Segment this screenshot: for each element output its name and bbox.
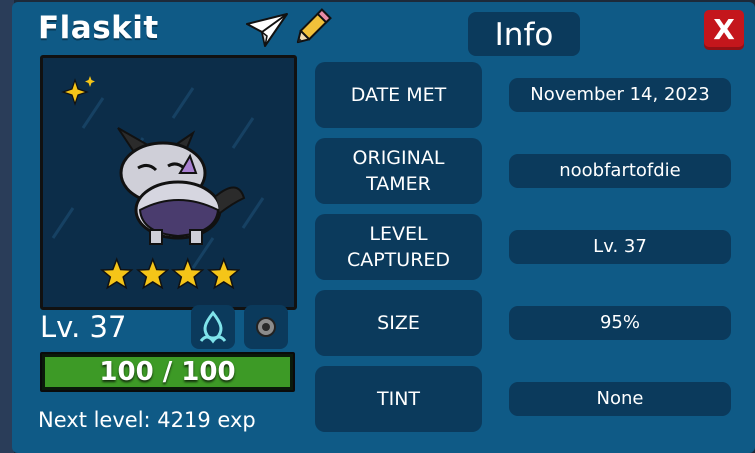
info-label-level-captured: LEVEL CAPTURED bbox=[315, 214, 482, 280]
star-icon bbox=[100, 257, 134, 290]
star-icon bbox=[135, 257, 169, 290]
info-label-tint: TINT bbox=[315, 366, 482, 432]
sparkle-icon bbox=[61, 74, 97, 110]
hp-bar: 100 / 100 bbox=[40, 352, 295, 392]
star-icon bbox=[171, 257, 205, 290]
creature-sprite bbox=[98, 118, 248, 248]
creature-name: Flaskit bbox=[38, 10, 159, 46]
info-value-size: 95% bbox=[509, 306, 731, 340]
hp-text: 100 / 100 bbox=[99, 357, 236, 387]
ability-icon[interactable] bbox=[244, 305, 288, 349]
info-value-date-met: November 14, 2023 bbox=[509, 78, 731, 112]
water-type-icon[interactable] bbox=[191, 305, 235, 349]
star-icon bbox=[206, 257, 240, 290]
tab-info[interactable]: Info bbox=[468, 12, 580, 56]
info-label-original-tamer: ORIGINAL TAMER bbox=[315, 138, 482, 204]
close-button[interactable]: X bbox=[704, 10, 744, 50]
paper-plane-icon[interactable] bbox=[245, 10, 289, 48]
info-value-original-tamer: noobfartofdie bbox=[509, 154, 731, 188]
info-label-size: SIZE bbox=[315, 290, 482, 356]
next-level-text: Next level: 4219 exp bbox=[38, 408, 256, 432]
creature-portrait bbox=[40, 55, 297, 310]
pencil-icon[interactable] bbox=[290, 6, 334, 50]
info-label-date-met: DATE MET bbox=[315, 62, 482, 128]
info-value-level-captured: Lv. 37 bbox=[509, 230, 731, 264]
level-label: Lv. 37 bbox=[40, 310, 127, 344]
star-rating bbox=[100, 257, 240, 291]
info-value-tint: None bbox=[509, 382, 731, 416]
